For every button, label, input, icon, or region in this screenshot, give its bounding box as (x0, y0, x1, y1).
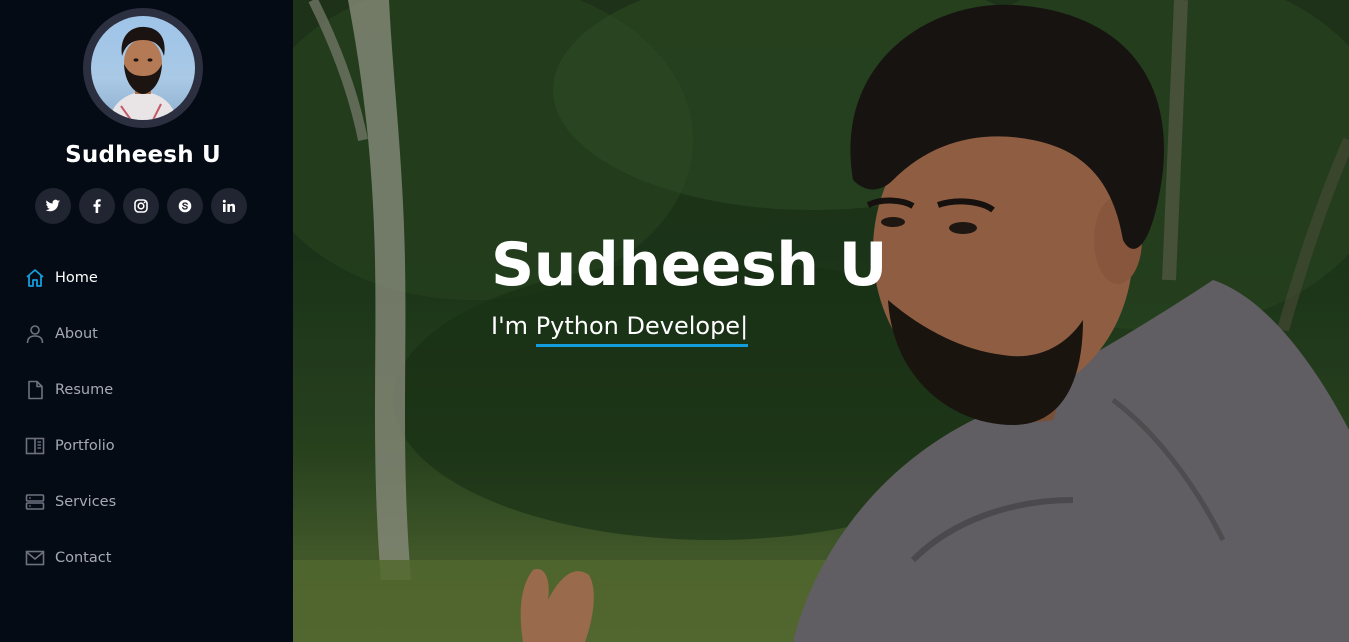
skype-link[interactable] (167, 188, 203, 224)
linkedin-icon (222, 199, 235, 212)
home-icon (24, 267, 46, 289)
twitter-icon (45, 199, 60, 212)
nav-item-home[interactable]: Home (0, 250, 293, 306)
nav-label-services: Services (55, 494, 117, 510)
person-icon (24, 323, 46, 345)
twitter-link[interactable] (35, 188, 71, 224)
profile-avatar-frame (83, 8, 203, 128)
skype-icon (178, 199, 192, 213)
typing-cursor: | (740, 312, 749, 340)
facebook-link[interactable] (79, 188, 115, 224)
profile-photo (109, 26, 177, 120)
typed-role-text: Python Develope (535, 312, 741, 340)
instagram-link[interactable] (123, 188, 159, 224)
facebook-icon (93, 199, 101, 213)
sidebar: Sudheesh U Home About Resume Portfolio S… (0, 0, 293, 642)
linkedin-link[interactable] (211, 188, 247, 224)
hero-subtitle-prefix: I'm (491, 312, 536, 340)
nav-item-resume[interactable]: Resume (0, 362, 293, 418)
hero-subtitle: I'm Python Develope| (491, 312, 749, 347)
nav-item-services[interactable]: Services (0, 474, 293, 530)
profile-name: Sudheesh U (65, 142, 221, 168)
hero-title: Sudheesh U (491, 230, 888, 300)
nav-label-about: About (55, 326, 98, 342)
typed-role: Python Develope| (535, 312, 749, 347)
nav-label-portfolio: Portfolio (55, 438, 115, 454)
envelope-icon (24, 547, 46, 569)
side-nav: Home About Resume Portfolio Services Con… (0, 250, 293, 586)
social-links (35, 188, 247, 224)
book-half-icon (24, 435, 46, 457)
avatar (91, 16, 195, 120)
nav-item-portfolio[interactable]: Portfolio (0, 418, 293, 474)
server-icon (24, 491, 46, 513)
nav-label-contact: Contact (55, 550, 112, 566)
nav-item-about[interactable]: About (0, 306, 293, 362)
nav-label-home: Home (55, 270, 98, 286)
hero-section: Sudheesh U I'm Python Develope| (293, 0, 1349, 642)
nav-label-resume: Resume (55, 382, 114, 398)
hero-background-photo (293, 0, 1349, 642)
file-icon (24, 379, 46, 401)
instagram-icon (134, 199, 148, 213)
nav-item-contact[interactable]: Contact (0, 530, 293, 586)
